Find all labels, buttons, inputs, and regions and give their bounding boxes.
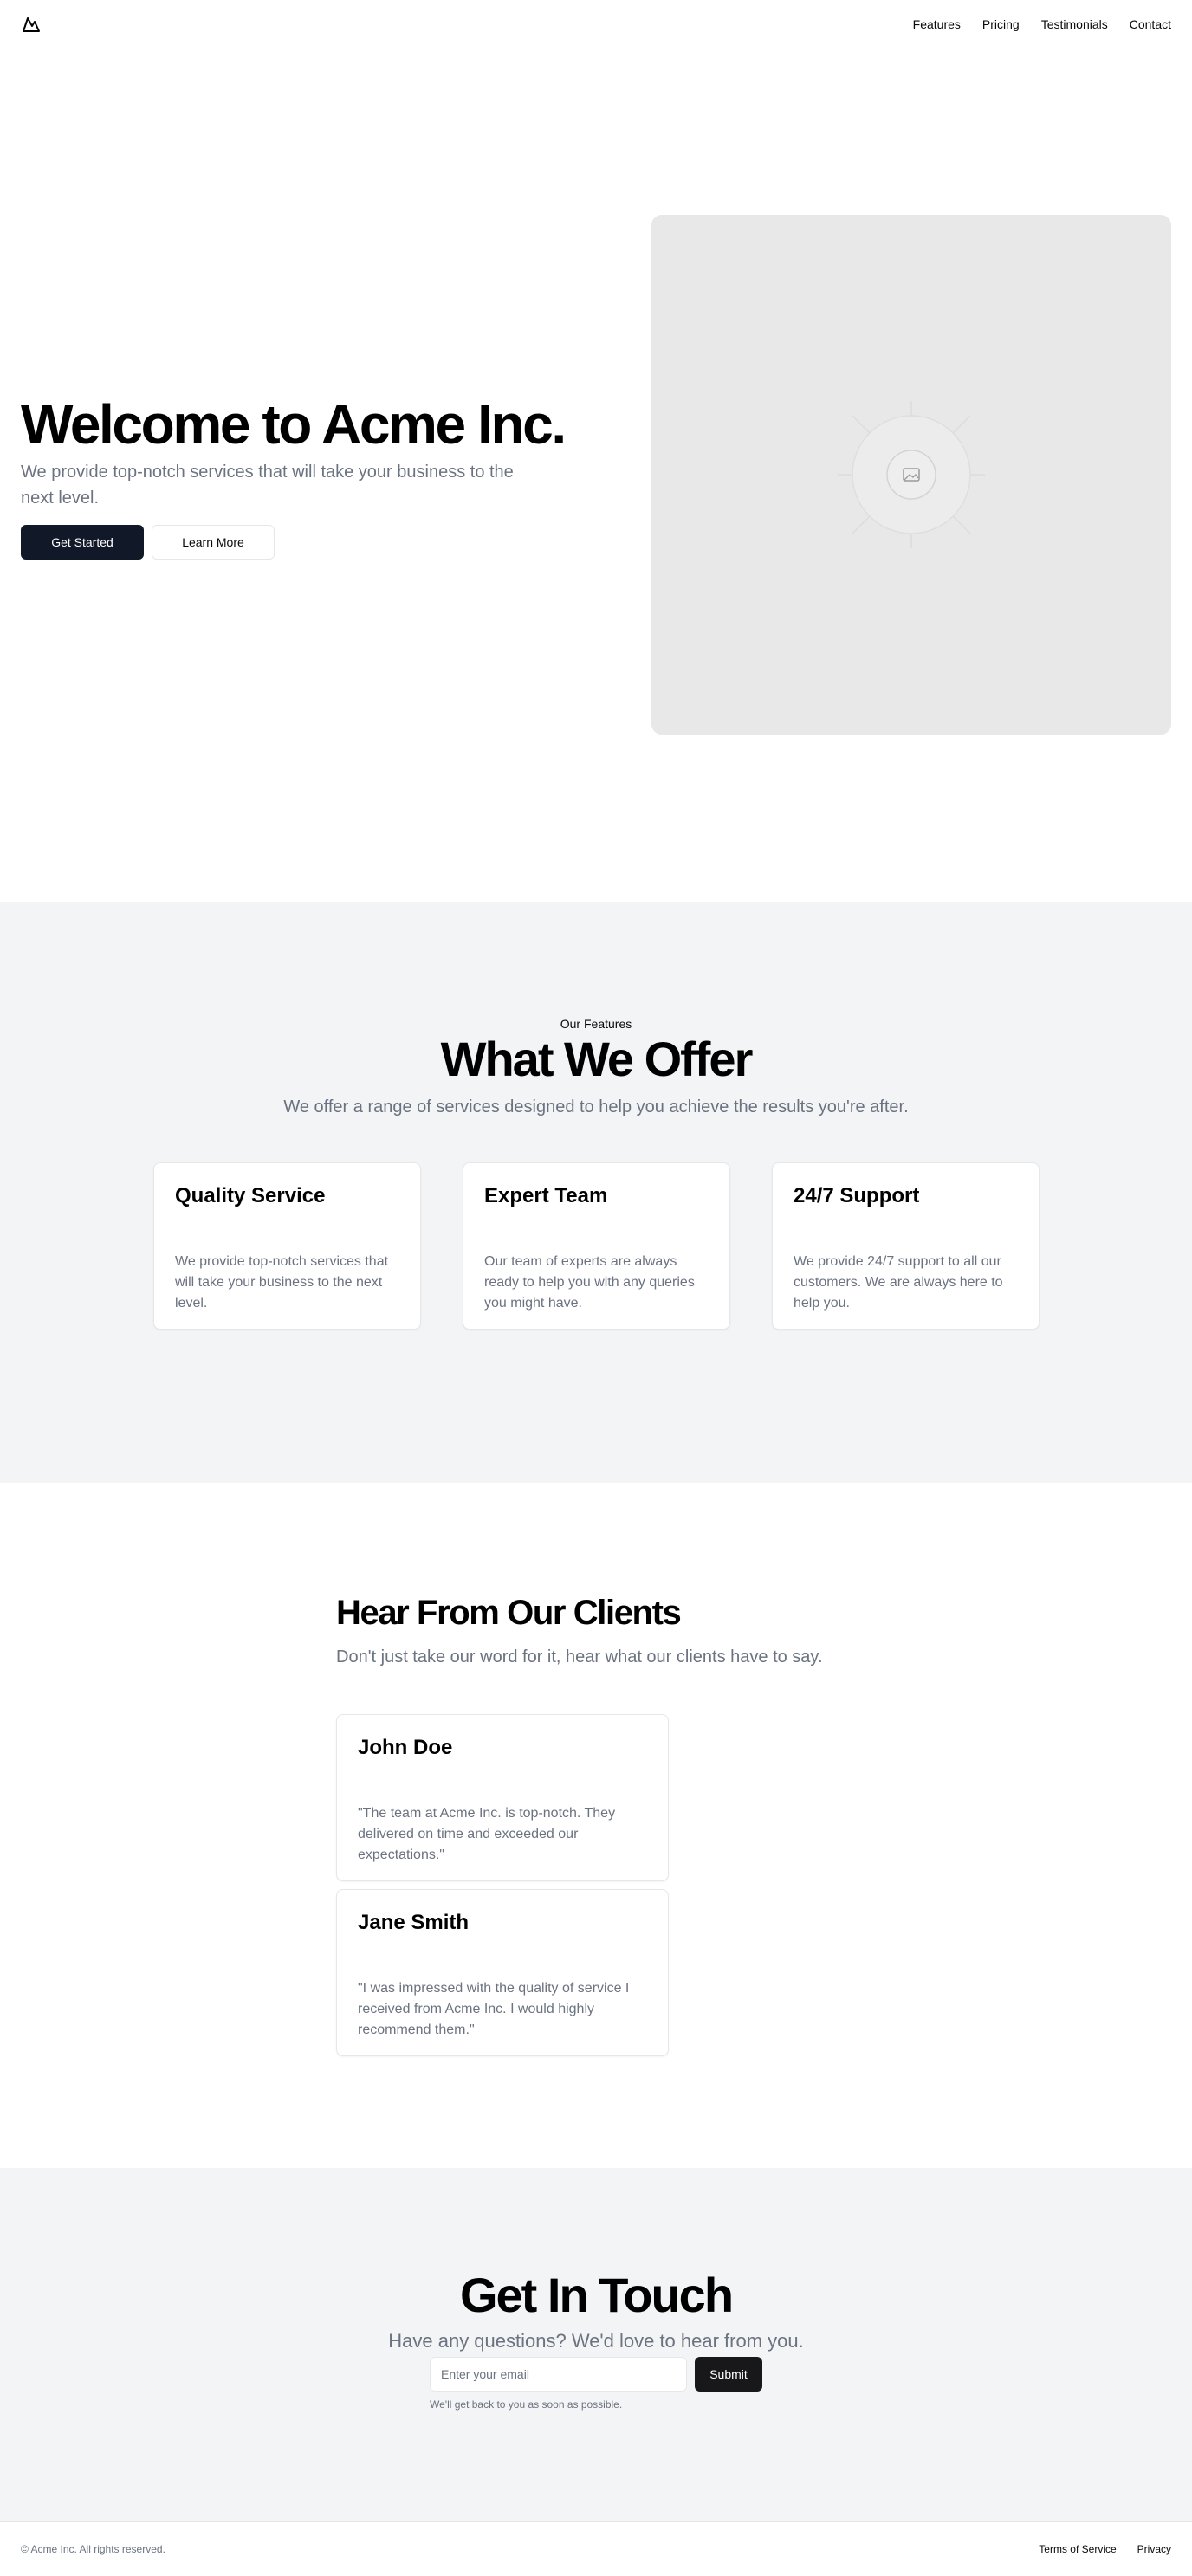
testimonials-section: Hear From Our Clients Don't just take ou… (0, 1483, 1192, 2168)
logo-link[interactable] (21, 14, 42, 35)
feature-card-text: Our team of experts are always ready to … (484, 1254, 695, 1311)
site-footer: © Acme Inc. All rights reserved. Terms o… (0, 2521, 1192, 2576)
feature-card-title: 24/7 Support (794, 1184, 920, 1207)
contact-title: Get In Touch (459, 2268, 734, 2322)
feature-card-title: Quality Service (175, 1184, 326, 1207)
feature-card-expert-team: Expert Team Our team of experts are alwa… (463, 1162, 730, 1330)
feature-card-title: Expert Team (484, 1184, 608, 1207)
mountain-icon (23, 17, 40, 32)
footer-nav: Terms of Service Privacy (1039, 2543, 1171, 2555)
testimonial-quote: "The team at Acme Inc. is top-notch. The… (358, 1806, 616, 1862)
hero-text-block: Welcome to Acme Inc. We provide top-notc… (21, 393, 567, 560)
features-section: Our Features What We Offer We offer a ra… (0, 902, 1192, 1483)
testimonial-name: John Doe (358, 1736, 453, 1759)
copyright-text: © Acme Inc. All rights reserved. (21, 2543, 165, 2555)
testimonial-name: Jane Smith (358, 1911, 470, 1934)
get-started-button[interactable]: Get Started (21, 525, 144, 560)
testimonials-subtitle: Don't just take our word for it, hear wh… (336, 1647, 823, 1667)
nav-link-testimonials[interactable]: Testimonials (1041, 17, 1108, 31)
feature-card-text: We provide top-notch services that will … (175, 1254, 389, 1311)
privacy-link[interactable]: Privacy (1137, 2543, 1171, 2555)
contact-subtitle: Have any questions? We'd love to hear fr… (388, 2330, 804, 2352)
terms-of-service-link[interactable]: Terms of Service (1039, 2543, 1116, 2555)
contact-section: Get In Touch Have any questions? We'd lo… (0, 2168, 1192, 2521)
email-input[interactable] (430, 2357, 687, 2392)
contact-note: We'll get back to you as soon as possibl… (430, 2398, 623, 2411)
submit-button[interactable]: Submit (695, 2357, 762, 2392)
contact-form: Submit (430, 2357, 762, 2392)
hero-title: Welcome to Acme Inc. (21, 393, 567, 456)
features-subtitle: We offer a range of services designed to… (283, 1097, 909, 1116)
features-eyebrow: Our Features (560, 1017, 632, 1031)
hero-image-placeholder (651, 215, 1171, 735)
testimonial-card-john-doe: John Doe "The team at Acme Inc. is top-n… (336, 1714, 669, 1881)
image-placeholder-icon (838, 401, 985, 548)
feature-card-quality-service: Quality Service We provide top-notch ser… (153, 1162, 421, 1330)
nav-link-features[interactable]: Features (913, 17, 961, 31)
feature-card-support: 24/7 Support We provide 24/7 support to … (772, 1162, 1040, 1330)
main-nav: Features Pricing Testimonials Contact (913, 17, 1171, 31)
hero-section: Welcome to Acme Inc. We provide top-notc… (0, 49, 1192, 902)
learn-more-button[interactable]: Learn More (152, 525, 275, 560)
testimonial-card-jane-smith: Jane Smith "I was impressed with the qua… (336, 1889, 669, 2056)
site-header: Features Pricing Testimonials Contact (0, 0, 1192, 49)
hero-button-group: Get Started Learn More (21, 525, 558, 560)
testimonial-quote: "I was impressed with the quality of ser… (358, 1981, 630, 2037)
hero-subtitle: We provide top-notch services that will … (21, 463, 514, 508)
feature-card-text: We provide 24/7 support to all our custo… (794, 1254, 1003, 1311)
nav-link-pricing[interactable]: Pricing (982, 17, 1020, 31)
testimonials-title: Hear From Our Clients (336, 1594, 682, 1632)
features-title: What We Offer (440, 1032, 754, 1086)
nav-link-contact[interactable]: Contact (1130, 17, 1171, 31)
